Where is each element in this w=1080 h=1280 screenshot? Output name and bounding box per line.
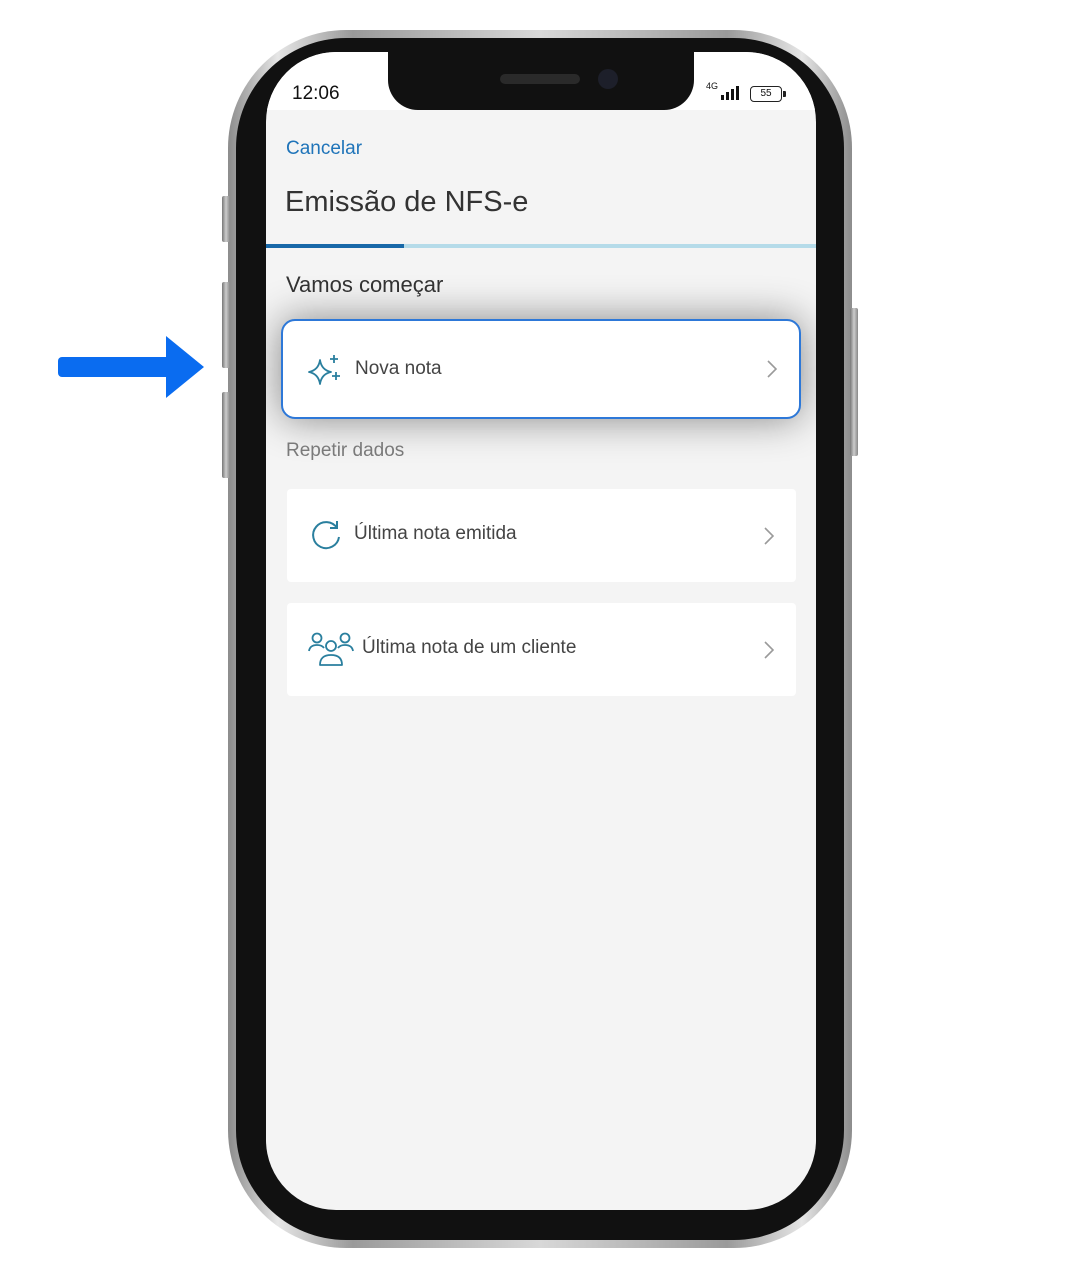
section-heading-repeat: Repetir dados: [286, 440, 405, 461]
pointer-arrow-icon: [58, 336, 204, 398]
users-icon: [308, 632, 354, 666]
chevron-right-icon: [767, 360, 777, 378]
network-type: 4G: [706, 81, 719, 91]
last-issued-note-button[interactable]: Última nota emitida: [287, 489, 796, 582]
cancel-button[interactable]: Cancelar: [286, 138, 362, 160]
signal-icon: [721, 86, 739, 100]
volume-up-button: [222, 282, 230, 368]
mute-switch: [222, 196, 230, 242]
volume-down-button: [222, 392, 230, 478]
speaker: [500, 74, 580, 84]
progress-fill: [266, 244, 404, 248]
notch: [388, 52, 694, 110]
progress-bar: [266, 244, 816, 248]
new-note-label: Nova nota: [355, 358, 442, 379]
refresh-icon: [312, 521, 340, 550]
section-heading-start: Vamos começar: [286, 272, 444, 297]
status-bar: 12:06 4G 55: [266, 52, 816, 110]
last-issued-note-label: Última nota emitida: [354, 523, 517, 544]
chevron-right-icon: [764, 526, 774, 545]
new-note-button[interactable]: Nova nota: [281, 319, 801, 419]
last-client-note-button[interactable]: Última nota de um cliente: [287, 603, 796, 696]
page-title: Emissão de NFS-e: [285, 186, 529, 218]
battery-indicator: 55: [750, 86, 786, 102]
last-client-note-label: Última nota de um cliente: [362, 637, 577, 658]
sparkle-icon: [308, 355, 340, 385]
power-button: [850, 308, 858, 456]
phone-screen: 12:06 4G 55 Cancelar Emissão de NFS-e Va…: [266, 52, 816, 1210]
chevron-right-icon: [764, 640, 774, 659]
front-camera: [598, 69, 618, 89]
status-time: 12:06: [292, 83, 340, 104]
